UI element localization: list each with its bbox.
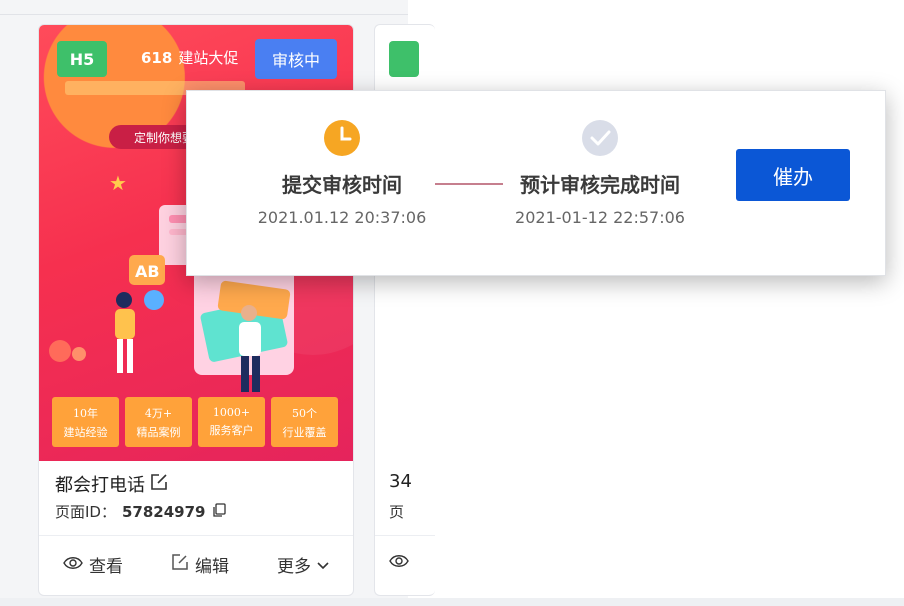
page-title-partial: 34 <box>389 471 412 492</box>
edit-button[interactable]: 编辑 <box>171 552 229 577</box>
eye-icon[interactable] <box>389 553 409 572</box>
stat-cases: 4万+ 精品案例 <box>125 397 192 447</box>
view-label: 查看 <box>89 557 123 577</box>
more-label: 更多 <box>277 557 311 577</box>
stats-row: 10年 建站经验 4万+ 精品案例 1000+ 服务客户 50个 行业覆盖 <box>52 397 342 447</box>
stat-value: 50个 <box>292 406 317 420</box>
stat-clients: 1000+ 服务客户 <box>198 397 265 447</box>
page-title-row: 都会打电话 <box>55 471 169 497</box>
edit-icon <box>171 553 189 576</box>
page-id-value: 57824979 <box>121 502 206 521</box>
stat-industries: 50个 行业覆盖 <box>271 397 338 447</box>
h5-type-badge-partial <box>389 41 419 77</box>
stat-label: 服务客户 <box>209 424 254 437</box>
stat-label: 建站经验 <box>63 425 108 439</box>
view-button[interactable]: 查看 <box>63 552 123 577</box>
promo-text: 618 建站大促 <box>141 47 238 68</box>
decor-dot <box>49 340 71 362</box>
stat-value: 4万+ <box>144 406 173 420</box>
chevron-down-icon <box>317 555 329 575</box>
card-divider <box>39 535 353 536</box>
promo-number: 618 <box>141 49 173 67</box>
clock-icon <box>323 119 361 157</box>
card-actions: 查看 编辑 更多 <box>39 552 353 577</box>
submit-time-label: 提交审核时间 <box>282 173 402 197</box>
expected-time-label: 预计审核完成时间 <box>520 173 680 197</box>
edit-label: 编辑 <box>195 557 229 577</box>
page-id-row: 页面ID： 57824979 <box>55 501 227 522</box>
bottom-strip <box>0 598 904 606</box>
submit-time-value: 2021.01.12 20:37:06 <box>257 208 427 227</box>
urge-button[interactable]: 催办 <box>736 149 850 201</box>
eye-icon <box>63 555 83 575</box>
stat-value: 1000+ <box>212 406 251 419</box>
card-divider <box>375 535 435 536</box>
copy-icon[interactable] <box>211 502 227 522</box>
stat-value: 10年 <box>73 406 98 420</box>
stat-label: 行业覆盖 <box>282 425 327 439</box>
check-circle-icon <box>581 119 619 157</box>
more-dropdown[interactable]: 更多 <box>277 552 329 577</box>
review-status-popover: 提交审核时间 2021.01.12 20:37:06 预计审核完成时间 2021… <box>186 90 886 276</box>
promo-label: 建站大促 <box>178 49 239 67</box>
step-submitted: 提交审核时间 2021.01.12 20:37:06 <box>247 119 437 227</box>
stat-label: 精品案例 <box>136 425 181 439</box>
status-badge[interactable]: 审核中 <box>255 39 337 79</box>
stat-experience: 10年 建站经验 <box>52 397 119 447</box>
step-connector <box>435 183 503 185</box>
edit-title-icon[interactable] <box>149 472 169 497</box>
expected-time-value: 2021-01-12 22:57:06 <box>515 208 685 227</box>
h5-type-badge: H5 <box>57 41 107 77</box>
top-divider <box>0 14 408 15</box>
page-title: 都会打电话 <box>55 475 145 496</box>
page-id-label-partial: 页 <box>389 503 405 521</box>
svg-text:AB: AB <box>135 262 160 281</box>
decor-dot-small <box>72 347 86 361</box>
page-id-label: 页面ID： <box>55 503 116 521</box>
step-expected-completion: 预计审核完成时间 2021-01-12 22:57:06 <box>495 119 705 227</box>
